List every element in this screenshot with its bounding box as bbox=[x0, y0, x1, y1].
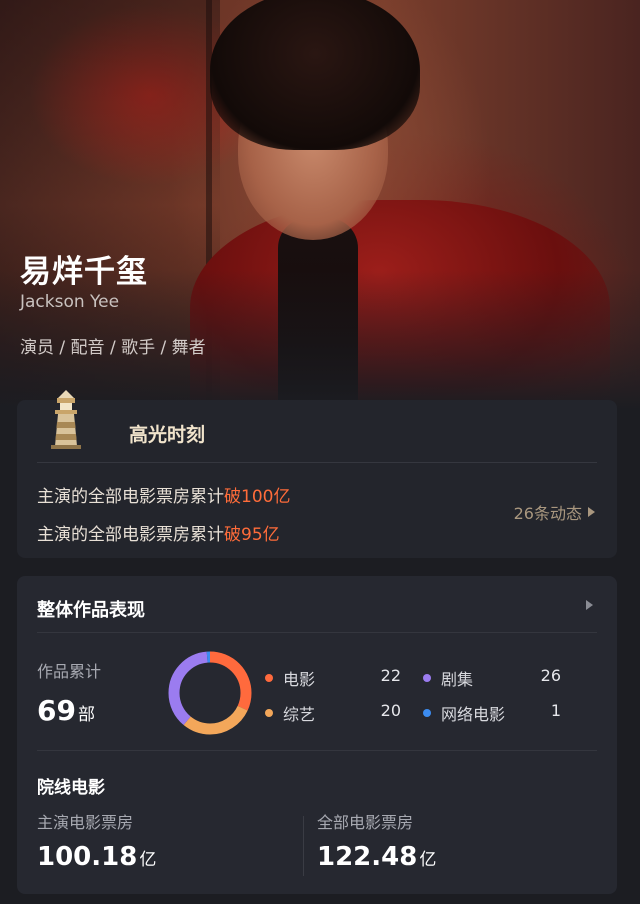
lead-box-office-value: 100.18 bbox=[37, 842, 138, 872]
legend-item-web-movie: 网络电影 bbox=[423, 701, 505, 725]
works-total-label: 作品累计 bbox=[37, 662, 102, 681]
divider bbox=[37, 750, 597, 751]
highlight-item[interactable]: 主演的全部电影票房累计破95亿 bbox=[37, 520, 280, 545]
artist-name: 易烊千玺 bbox=[20, 254, 148, 290]
more-updates-link[interactable]: 26条动态 bbox=[514, 500, 595, 524]
artist-english-name: Jackson Yee bbox=[20, 292, 120, 312]
divider bbox=[37, 462, 597, 463]
portrait-hair bbox=[210, 0, 420, 150]
lead-box-office: 100.18 亿 bbox=[37, 842, 156, 872]
highlight-title: 高光时刻 bbox=[129, 424, 206, 446]
legend-dot bbox=[265, 674, 273, 682]
highlight-item-emphasis: 破95亿 bbox=[224, 525, 280, 545]
highlight-item-text: 主演的全部电影票房累计 bbox=[37, 487, 224, 507]
works-total-value: 69 bbox=[37, 694, 76, 727]
legend-item-movie: 电影 bbox=[265, 666, 315, 690]
legend-label: 网络电影 bbox=[441, 705, 506, 724]
legend-value: 20 bbox=[380, 701, 401, 720]
divider bbox=[37, 632, 597, 633]
legend-item-variety: 综艺 bbox=[265, 701, 315, 725]
total-box-office-value: 122.48 bbox=[317, 842, 418, 872]
legend-dot bbox=[423, 709, 431, 717]
box-office-unit: 亿 bbox=[419, 850, 437, 870]
works-total: 69 部 bbox=[37, 694, 95, 727]
box-office-unit: 亿 bbox=[139, 850, 157, 870]
legend-item-series: 剧集 bbox=[423, 666, 473, 690]
legend-value: 22 bbox=[380, 666, 401, 685]
legend-dot bbox=[423, 674, 431, 682]
highlight-item-text: 主演的全部电影票房累计 bbox=[37, 525, 224, 545]
more-updates-label: 26条动态 bbox=[513, 504, 582, 523]
total-box-office: 122.48 亿 bbox=[317, 842, 436, 872]
lead-box-office-label: 主演电影票房 bbox=[37, 813, 134, 832]
legend-dot bbox=[265, 709, 273, 717]
legend-value: 1 bbox=[550, 701, 561, 720]
legend-label: 综艺 bbox=[283, 705, 316, 724]
vertical-divider bbox=[303, 816, 304, 876]
legend-label: 剧集 bbox=[441, 670, 474, 689]
chevron-right-icon[interactable] bbox=[586, 600, 593, 610]
highlight-item[interactable]: 主演的全部电影票房累计破100亿 bbox=[37, 482, 290, 507]
legend-label: 电影 bbox=[283, 670, 316, 689]
highlight-item-emphasis: 破100亿 bbox=[224, 487, 291, 507]
works-donut-chart bbox=[168, 651, 252, 735]
artist-roles: 演员 / 配音 / 歌手 / 舞者 bbox=[20, 338, 206, 358]
highlight-card[interactable]: 高光时刻 主演的全部电影票房累计破100亿 主演的全部电影票房累计破95亿 26… bbox=[17, 390, 617, 558]
section-title: 整体作品表现 bbox=[37, 600, 145, 621]
legend-value: 26 bbox=[540, 666, 561, 685]
cinema-movies-title: 院线电影 bbox=[37, 778, 105, 798]
artist-hero: 易烊千玺 Jackson Yee 演员 / 配音 / 歌手 / 舞者 bbox=[0, 0, 640, 410]
works-performance-card: 整体作品表现 作品累计 69 部 电影 22 剧集 26 综艺 20 网络电影 1… bbox=[17, 576, 617, 894]
chevron-right-icon bbox=[588, 507, 595, 517]
works-total-unit: 部 bbox=[77, 705, 95, 725]
total-box-office-label: 全部电影票房 bbox=[317, 813, 414, 832]
lighthouse-icon bbox=[51, 390, 81, 449]
